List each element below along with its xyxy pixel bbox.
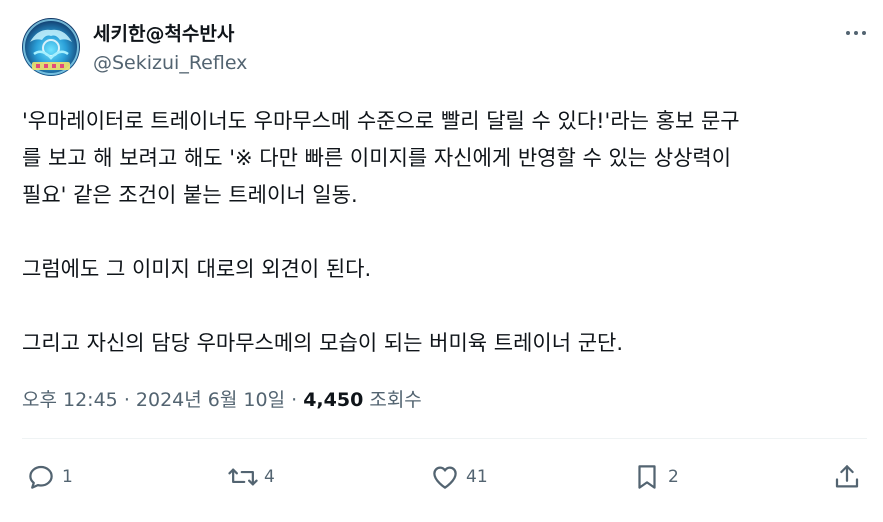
tweet-text: '우마레이터로 트레이너도 우마무스메 수준으로 빨리 달릴 수 있다!'라는 … xyxy=(22,103,867,362)
author-display-name[interactable]: 세키한@척수반사 xyxy=(93,19,234,46)
more-icon xyxy=(846,31,866,35)
retweet-icon xyxy=(226,460,260,494)
bookmark-count: 2 xyxy=(668,467,679,487)
heart-icon xyxy=(428,460,462,494)
like-button[interactable]: 41 xyxy=(428,460,488,494)
share-button[interactable] xyxy=(830,460,864,494)
tweet-line: 를 보고 해 보려고 해도 '※ 다만 빠른 이미지를 자신에게 반영할 수 있… xyxy=(22,146,732,170)
more-options-button[interactable] xyxy=(843,22,869,44)
retweet-button[interactable]: 4 xyxy=(226,460,275,494)
tweet-time[interactable]: 오후 12:45 xyxy=(22,389,118,411)
tweet-line: '우마레이터로 트레이너도 우마무스메 수준으로 빨리 달릴 수 있다!'라는 … xyxy=(22,109,740,133)
tweet-meta: 오후 12:45 · 2024년 6월 10일 · 4,450 조회수 xyxy=(22,385,422,412)
divider xyxy=(22,438,867,439)
like-count: 41 xyxy=(466,467,488,487)
views-label: 조회수 xyxy=(369,389,422,411)
meta-separator: · xyxy=(123,389,130,411)
reply-count: 1 xyxy=(62,467,73,487)
bookmark-button[interactable]: 2 xyxy=(630,460,679,494)
tweet-line: 필요' 같은 조건이 붙는 트레이너 일동. xyxy=(22,183,358,207)
tweet-line: 그럼에도 그 이미지 대로의 외견이 된다. xyxy=(22,257,372,281)
avatar-icon xyxy=(23,19,79,75)
views-count: 4,450 xyxy=(303,389,364,411)
tweet-line: 그리고 자신의 담당 우마무스메의 모습이 되는 버미육 트레이너 군단. xyxy=(22,331,624,355)
avatar[interactable] xyxy=(22,18,80,76)
meta-separator: · xyxy=(291,389,298,411)
author-handle[interactable]: @Sekizui_Reflex xyxy=(93,52,247,74)
tweet-date[interactable]: 2024년 6월 10일 xyxy=(136,389,285,411)
retweet-count: 4 xyxy=(264,467,275,487)
share-icon xyxy=(830,460,864,494)
reply-button[interactable]: 1 xyxy=(24,460,73,494)
reply-icon xyxy=(24,460,58,494)
bookmark-icon xyxy=(630,460,664,494)
